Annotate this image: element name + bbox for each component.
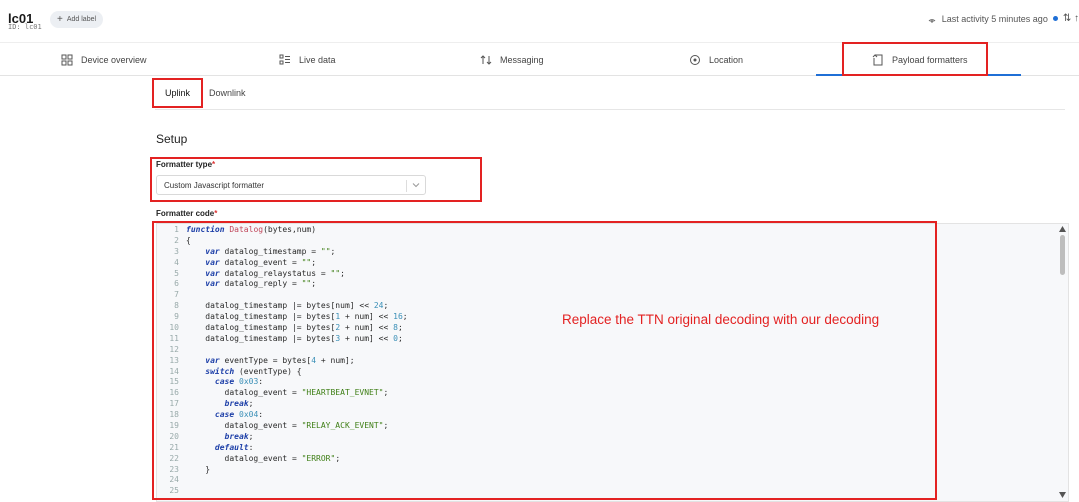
scroll-up-icon[interactable] xyxy=(1059,226,1066,232)
tab-location[interactable]: Location xyxy=(689,43,743,76)
list-icon xyxy=(279,54,290,64)
signal-icon xyxy=(928,18,936,23)
scroll-down-icon[interactable] xyxy=(1059,492,1066,498)
highlight-payload-formatters xyxy=(842,42,988,76)
formatter-subtabs: Uplink Downlink xyxy=(155,79,1065,110)
tab-messaging[interactable]: Messaging xyxy=(480,43,544,76)
tab-label: Live data xyxy=(299,54,336,65)
scrollbar-thumb[interactable] xyxy=(1060,235,1065,275)
last-activity: Last activity 5 minutes ago ⇅ ↑ xyxy=(927,13,1079,24)
status-dot xyxy=(1052,16,1058,21)
tab-label: Messaging xyxy=(500,54,544,65)
tab-label: Location xyxy=(709,54,744,65)
tab-label: Device overview xyxy=(81,54,147,65)
add-label-text: Add label xyxy=(66,16,97,23)
subtab-downlink[interactable]: Downlink xyxy=(209,79,246,107)
device-id: ID: lc01 xyxy=(8,23,42,31)
annotation-text: Replace the TTN original decoding with o… xyxy=(562,312,880,327)
formatter-code-label: Formatter code* xyxy=(156,209,217,218)
add-label-button[interactable]: + Add label xyxy=(50,11,104,28)
location-pin-icon xyxy=(690,54,700,65)
highlight-formatter-type xyxy=(150,157,482,202)
plus-icon: + xyxy=(57,14,63,25)
tab-live-data[interactable]: Live data xyxy=(279,43,336,76)
setup-heading: Setup xyxy=(156,132,188,146)
required-mark: * xyxy=(214,209,218,218)
grid-icon xyxy=(61,54,73,65)
updown-arrows-icon: ⇅ ↑ xyxy=(1062,13,1079,24)
tab-device-overview[interactable]: Device overview xyxy=(61,43,147,76)
last-activity-text: Last activity 5 minutes ago xyxy=(941,13,1048,24)
highlight-uplink xyxy=(152,78,203,108)
highlight-formatter-code xyxy=(152,221,937,500)
formatter-code-label-text: Formatter code xyxy=(156,209,215,218)
arrows-updown-icon xyxy=(480,54,492,65)
